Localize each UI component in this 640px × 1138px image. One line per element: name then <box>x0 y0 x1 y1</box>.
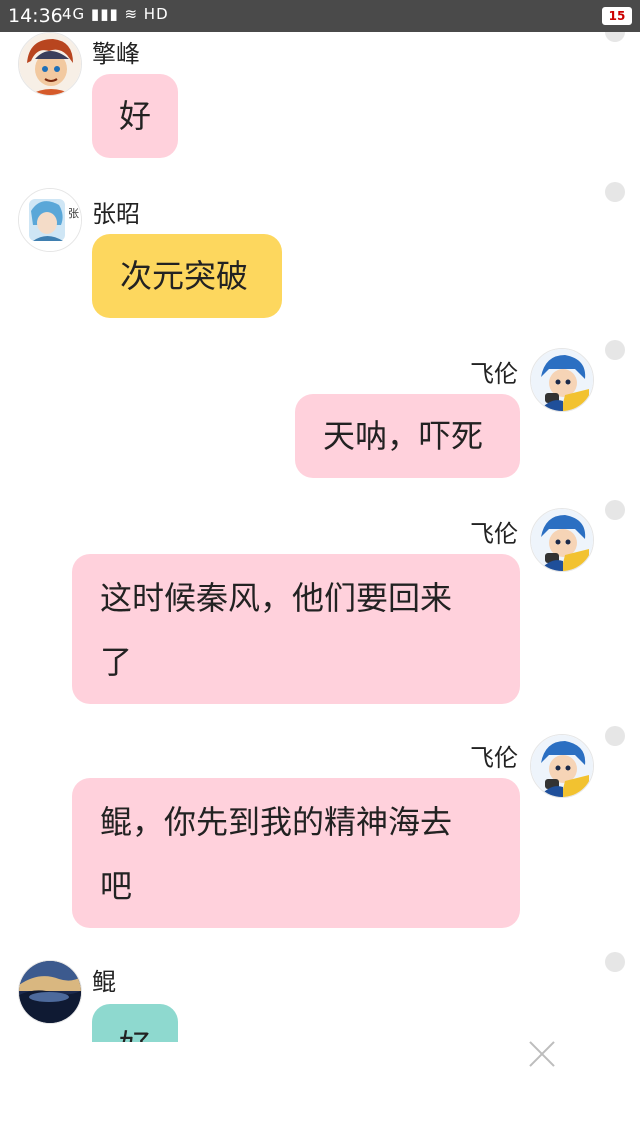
message-status-dot <box>605 32 625 42</box>
avatar[interactable] <box>530 508 594 572</box>
message-bubble[interactable]: 天呐，吓死 <box>295 394 520 478</box>
message-bubble[interactable]: 次元突破 <box>92 234 282 318</box>
avatar[interactable] <box>18 960 82 1024</box>
message-bubble[interactable]: 鲲，你先到我的精神海去 吧 <box>72 778 520 928</box>
sender-name: 鲲 <box>92 968 116 996</box>
message-bubble[interactable]: 这时候秦风，他们要回来 了 <box>72 554 520 704</box>
message-bubble[interactable]: 好 <box>92 1004 178 1042</box>
avatar[interactable] <box>530 348 594 412</box>
message-bubble[interactable]: 好 <box>92 74 178 158</box>
avatar[interactable]: 张 <box>18 188 82 252</box>
message-status-dot <box>605 726 625 746</box>
chat-list[interactable]: 擎峰 好 张 张昭 次元突破 飞伦 天呐，吓死 飞伦 这时候秦风，他们要回来 了… <box>0 32 640 1042</box>
sender-name: 飞伦 <box>470 360 518 388</box>
avatar[interactable] <box>530 734 594 798</box>
message-status-dot <box>605 500 625 520</box>
sender-name: 擎峰 <box>92 40 140 68</box>
status-time: 14:36 <box>8 5 63 27</box>
message-status-dot <box>605 340 625 360</box>
sender-name: 飞伦 <box>470 520 518 548</box>
close-icon[interactable] <box>528 1040 556 1068</box>
message-status-dot <box>605 952 625 972</box>
signal-wifi-icons: 4G ▮▮▮ ≋ HD <box>62 5 169 23</box>
status-bar: 14:36 4G ▮▮▮ ≋ HD 15 <box>0 0 640 32</box>
avatar-text: 张 <box>68 207 79 220</box>
battery-icon: 15 <box>602 7 632 25</box>
message-status-dot <box>605 182 625 202</box>
avatar[interactable] <box>18 32 82 96</box>
sender-name: 飞伦 <box>470 744 518 772</box>
sender-name: 张昭 <box>92 200 140 228</box>
